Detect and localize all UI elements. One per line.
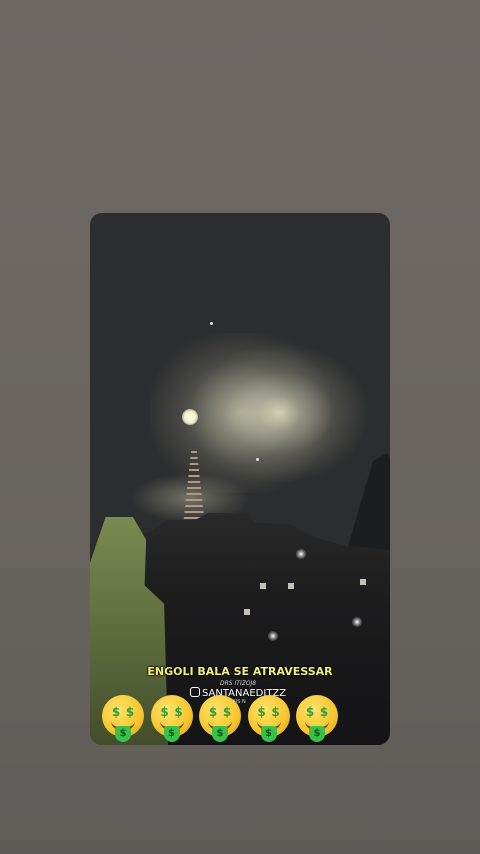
story-photo-card: ENGOLI BALA SE ATRAVESSAR DRS ITIZOJ8 SA… xyxy=(90,213,390,745)
window-light xyxy=(288,583,294,589)
moon xyxy=(182,409,198,425)
caption-title: ENGOLI BALA SE ATRAVESSAR xyxy=(147,665,333,678)
window-light xyxy=(244,609,250,615)
money-mouth-face-icon: $ $ $ xyxy=(247,695,290,742)
mountain-silhouette xyxy=(346,453,390,553)
money-mouth-face-icon: $ $ $ xyxy=(102,695,144,742)
emoji-row: $ $ $ $ $ $ $ $ $ $ $ $ $ $ $ xyxy=(102,695,338,745)
street-light xyxy=(352,617,362,627)
money-mouth-face-icon: $ $ $ xyxy=(296,695,338,742)
money-mouth-face-icon: $ $ $ xyxy=(150,695,193,742)
window-light xyxy=(360,579,366,585)
street-light xyxy=(268,631,278,641)
caption-small-tag: DRS ITIZOJ8 xyxy=(220,680,257,687)
star xyxy=(256,458,259,461)
window-light xyxy=(260,583,266,589)
moon-glow xyxy=(150,333,330,493)
street-light xyxy=(296,549,306,559)
money-mouth-face-icon: $ $ $ xyxy=(199,695,241,742)
star xyxy=(210,322,213,325)
